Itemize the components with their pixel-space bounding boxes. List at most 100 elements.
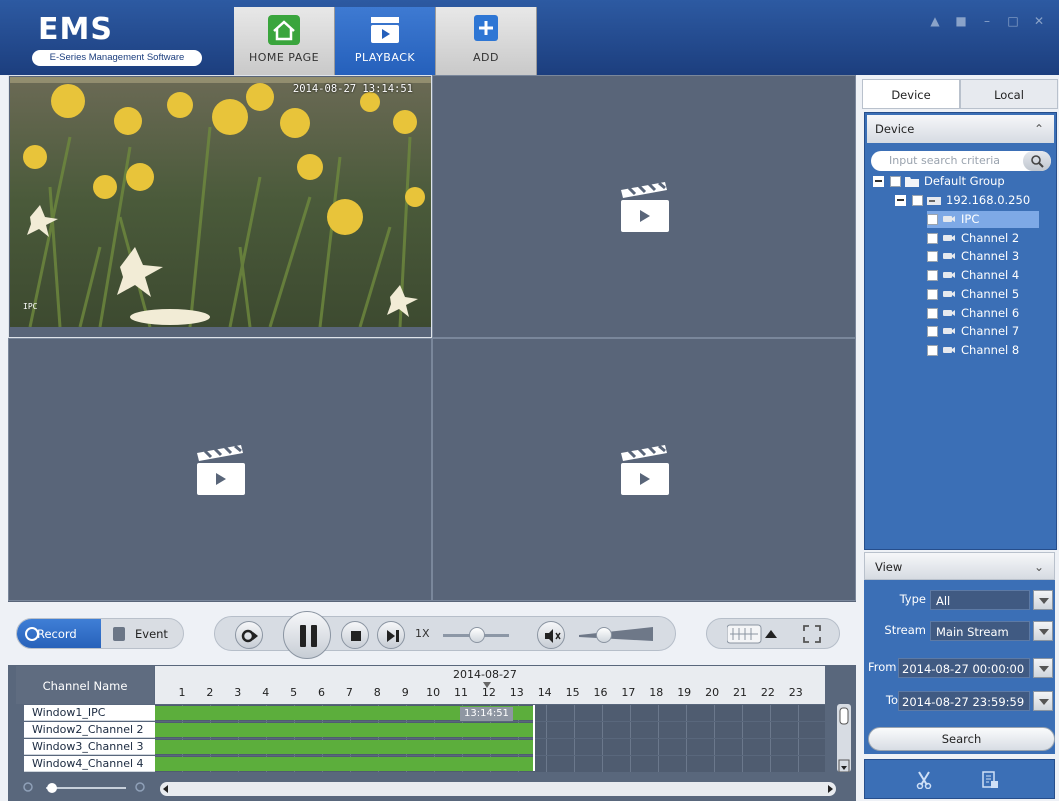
tab-add-label: ADD	[473, 51, 499, 64]
tab-add[interactable]: ADD	[436, 7, 537, 75]
close-icon[interactable]: ✕	[1033, 14, 1045, 28]
hour-label: 13	[509, 686, 524, 699]
tree-channel[interactable]: Channel 7	[927, 323, 1039, 340]
timeline-row-track[interactable]	[155, 756, 825, 772]
chevron-down-icon[interactable]	[1033, 658, 1053, 678]
timeline-hour-ruler[interactable]: 2014-08-27 1 2 3 4 5 6 7 8 9 10 11 12 13 14 15 16 17 18 19…	[155, 666, 825, 704]
sync-play-button[interactable]	[235, 621, 263, 649]
timeline-row-track[interactable]	[155, 722, 825, 738]
checkbox[interactable]	[927, 270, 938, 282]
from-label: From	[868, 660, 897, 674]
search-button[interactable]: Search	[868, 727, 1055, 751]
timeline-zoom	[22, 778, 152, 798]
event-button[interactable]: Event	[101, 619, 183, 648]
timeline-row-name[interactable]: Window1_IPC	[24, 705, 162, 721]
tree-channel[interactable]: Channel 2	[927, 230, 1039, 247]
checkbox[interactable]	[890, 176, 901, 187]
hour-label: 7	[345, 686, 353, 699]
speed-slider-handle[interactable]	[468, 627, 485, 643]
mute-button[interactable]	[537, 621, 565, 649]
chevron-down-icon[interactable]	[1033, 691, 1053, 711]
layout-controls	[706, 618, 840, 649]
zoom-slider[interactable]	[22, 778, 152, 798]
video-window-3[interactable]	[8, 338, 432, 601]
playback-control-bar: Record Event 1X	[8, 602, 856, 662]
stream-select[interactable]: Main Stream	[930, 621, 1053, 641]
checkbox[interactable]	[927, 232, 938, 244]
channel-label: Channel 7	[961, 324, 1020, 339]
timeline-vertical-scrollbar[interactable]	[837, 704, 851, 773]
tree-group-default[interactable]: Default Group	[873, 173, 1005, 190]
chevron-down-icon[interactable]	[1033, 621, 1053, 641]
video-window-2[interactable]	[432, 75, 856, 338]
tab-local[interactable]: Local	[960, 79, 1058, 109]
lock-icon[interactable]: ■	[955, 14, 967, 28]
checkbox[interactable]	[927, 326, 938, 338]
playback-icon	[371, 17, 399, 43]
right-panel: Device Local Device ⌃ Input search crite…	[862, 79, 1059, 801]
split-screen-icon[interactable]	[727, 624, 777, 644]
timeline-row-name[interactable]: Window4_Channel 4	[24, 756, 162, 772]
clip-scissors-icon[interactable]	[915, 771, 933, 789]
type-select[interactable]: All	[930, 590, 1053, 610]
record-button[interactable]: Record	[17, 619, 101, 648]
device-search-input[interactable]: Input search criteria	[871, 151, 1051, 171]
checkbox[interactable]	[927, 251, 938, 263]
checkbox[interactable]	[927, 307, 938, 319]
tab-home-page[interactable]: HOME PAGE	[234, 7, 335, 75]
to-datetime-input[interactable]: 2014-08-27 23:59:59	[898, 691, 1053, 711]
pause-button[interactable]	[283, 611, 331, 659]
tree-channel[interactable]: Channel 5	[927, 286, 1039, 303]
tree-channel[interactable]: Channel 6	[927, 305, 1039, 322]
hour-label: 3	[234, 686, 242, 699]
chevron-down-icon[interactable]	[1033, 590, 1053, 610]
checkbox[interactable]	[927, 288, 938, 300]
playback-controls: 1X	[214, 611, 676, 659]
search-icon[interactable]	[1023, 151, 1051, 171]
video-window-1[interactable]: 2014-08-27 13:14:51 IPC	[8, 75, 432, 338]
tab-device[interactable]: Device	[862, 79, 960, 109]
home-icon	[268, 15, 300, 45]
user-icon[interactable]: ▲	[929, 14, 941, 28]
volume-slider[interactable]	[579, 627, 653, 641]
stop-button[interactable]	[341, 621, 369, 649]
timeline-row-track[interactable]	[155, 739, 825, 755]
maximize-icon[interactable]: □	[1007, 14, 1019, 28]
volume-slider-handle[interactable]	[595, 627, 612, 643]
camera-icon	[943, 328, 955, 335]
timeline-row-name[interactable]: Window2_Channel 2	[24, 722, 162, 738]
camera-icon	[943, 290, 955, 297]
hour-label: 21	[733, 686, 747, 699]
tree-device[interactable]: 192.168.0.250	[895, 192, 1030, 209]
hour-label: 11	[454, 686, 468, 699]
checkbox[interactable]	[927, 214, 938, 225]
tree-channel[interactable]: IPC	[927, 211, 1039, 228]
tree-channel[interactable]: Channel 3	[927, 248, 1039, 265]
channel-label: Channel 3	[961, 249, 1020, 264]
video-window-4[interactable]	[432, 338, 856, 601]
tab-playback[interactable]: PLAYBACK	[335, 7, 436, 75]
checkbox[interactable]	[927, 344, 938, 356]
timeline-cursor-line[interactable]	[533, 705, 535, 771]
device-section-header[interactable]: Device ⌃	[867, 115, 1054, 143]
view-section-header[interactable]: View ⌄	[864, 552, 1055, 580]
tree-channel[interactable]: Channel 4	[927, 267, 1039, 284]
view-options: Type All Stream Main Stream From 2014-08…	[864, 580, 1055, 754]
hour-label: 17	[621, 686, 636, 699]
tree-channel[interactable]: Channel 8	[927, 342, 1039, 359]
next-frame-button[interactable]	[377, 621, 405, 649]
checkbox[interactable]	[912, 195, 923, 206]
collapse-icon[interactable]	[873, 176, 884, 187]
fullscreen-icon[interactable]	[803, 625, 821, 643]
timeline-row-name[interactable]: Window3_Channel 3	[24, 739, 162, 755]
minimize-icon[interactable]: –	[981, 14, 993, 28]
download-list-icon[interactable]	[981, 771, 999, 789]
speed-label: 1X	[415, 627, 430, 640]
clock-icon	[25, 627, 39, 641]
main-area: 2014-08-27 13:14:51 IPC Record Event 1X …	[0, 75, 1059, 801]
channel-label: Channel 4	[961, 268, 1020, 283]
from-datetime-input[interactable]: 2014-08-27 00:00:00	[898, 658, 1053, 678]
collapse-icon[interactable]	[895, 195, 906, 206]
recording-segment	[155, 757, 533, 771]
timeline-horizontal-scrollbar[interactable]	[160, 782, 836, 796]
